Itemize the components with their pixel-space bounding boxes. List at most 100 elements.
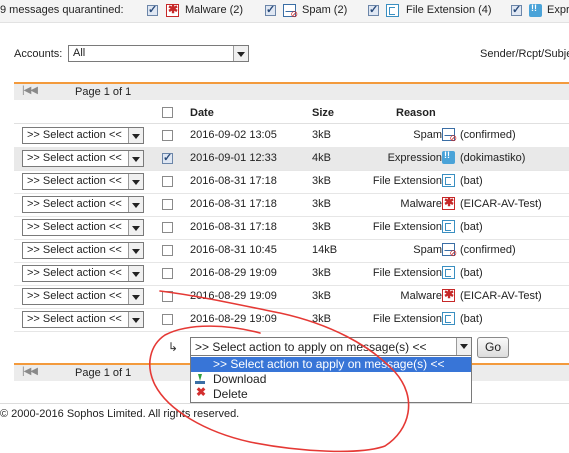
filter-malware-label: Malware (2): [185, 4, 244, 16]
file-extension-icon: [386, 4, 399, 17]
accounts-select-value: All: [73, 47, 86, 59]
row-select-checkbox[interactable]: [162, 268, 173, 279]
quarantine-filter-bar: 9 messages quarantined: Malware (2) Spam…: [0, 0, 569, 23]
option-label: Download: [213, 372, 267, 386]
row-reason-detail: (EICAR-AV-Test): [460, 290, 542, 302]
accounts-select[interactable]: All: [68, 45, 249, 62]
column-header-reason[interactable]: Reason: [396, 107, 436, 119]
row-reason-detail: (bat): [460, 313, 483, 325]
row-reason: File Extension: [372, 267, 442, 279]
table-row[interactable]: >> Select action << 2016-09-01 12:33 4kB Ex…: [14, 147, 569, 171]
row-size: 3kB: [312, 175, 331, 187]
filter-expression-checkbox[interactable]: [511, 3, 522, 16]
row-reason-detail: (dokimastiko): [460, 152, 526, 164]
row-select-checkbox[interactable]: [162, 199, 173, 210]
table-row[interactable]: >> Select action << 2016-09-02 13:05 3kB Sp…: [14, 124, 569, 148]
row-action-select[interactable]: >> Select action <<: [22, 265, 144, 282]
chevron-down-icon: [128, 128, 143, 143]
chevron-down-icon: [128, 174, 143, 189]
option-select-action-placeholder[interactable]: >> Select action to apply on message(s) …: [191, 357, 471, 372]
chevron-down-icon: [233, 46, 248, 61]
row-select-checkbox[interactable]: [162, 245, 173, 256]
row-action-select-value: >> Select action <<: [27, 221, 122, 233]
row-size: 3kB: [312, 267, 331, 279]
table-row[interactable]: >> Select action << 2016-08-31 17:18 3kB Fi…: [14, 216, 569, 240]
row-select-checkbox[interactable]: [162, 222, 173, 233]
row-select-checkbox[interactable]: [162, 314, 173, 325]
column-header-date[interactable]: Date: [190, 107, 214, 119]
row-action-select[interactable]: >> Select action <<: [22, 311, 144, 328]
column-header-size[interactable]: Size: [312, 107, 334, 119]
row-size: 3kB: [312, 221, 331, 233]
malware-icon: [166, 2, 179, 17]
select-all-checkbox[interactable]: [162, 107, 173, 118]
row-select-checkbox[interactable]: [162, 176, 173, 187]
malware-icon: [442, 287, 455, 302]
malware-icon: [442, 195, 455, 210]
row-reason: Malware: [400, 198, 442, 210]
copyright-text: © 2000-2016 Sophos Limited. All rights r…: [0, 408, 240, 420]
row-date: 2016-08-31 17:18: [190, 175, 277, 187]
bulk-action-select[interactable]: >> Select action to apply on message(s) …: [190, 337, 472, 357]
row-reason: File Extension: [372, 221, 442, 233]
pager-top: |◀◀ Page 1 of 1: [14, 82, 569, 100]
row-action-select[interactable]: >> Select action <<: [22, 150, 144, 167]
row-date: 2016-08-29 19:09: [190, 290, 277, 302]
delete-icon: ✖: [196, 385, 207, 399]
row-action-select[interactable]: >> Select action <<: [22, 127, 144, 144]
spam-icon: [442, 128, 457, 144]
table-row[interactable]: >> Select action << 2016-08-31 17:18 3kB Fi…: [14, 170, 569, 194]
row-action-select-value: >> Select action <<: [27, 129, 122, 141]
go-button[interactable]: Go: [477, 337, 509, 358]
row-action-select-value: >> Select action <<: [27, 290, 122, 302]
row-action-select-value: >> Select action <<: [27, 313, 122, 325]
quarantined-count-label: 9 messages quarantined:: [0, 4, 124, 16]
filter-spam-label: Spam (2): [302, 4, 348, 16]
row-size: 4kB: [312, 152, 331, 164]
expression-icon: [442, 150, 455, 164]
row-select-checkbox[interactable]: [162, 291, 173, 302]
spam-icon: [283, 4, 298, 20]
row-action-select[interactable]: >> Select action <<: [22, 242, 144, 259]
row-size: 14kB: [312, 244, 338, 256]
filter-spam-checkbox[interactable]: [265, 3, 276, 16]
option-delete[interactable]: ✖ Delete: [191, 385, 471, 402]
option-download[interactable]: Download: [191, 372, 471, 387]
table-header: Date Size Reason: [14, 104, 569, 124]
row-action-select[interactable]: >> Select action <<: [22, 173, 144, 190]
row-action-select[interactable]: >> Select action <<: [22, 219, 144, 236]
bulk-action-select-value: >> Select action to apply on message(s) …: [195, 340, 427, 354]
table-row[interactable]: >> Select action << 2016-08-31 10:45 14kB S…: [14, 239, 569, 263]
first-page-icon[interactable]: |◀◀: [22, 85, 38, 96]
row-size: 3kB: [312, 198, 331, 210]
row-select-checkbox[interactable]: [162, 151, 173, 164]
option-label: >> Select action to apply on message(s) …: [213, 357, 445, 371]
filter-malware-checkbox[interactable]: [147, 3, 158, 16]
table-row[interactable]: >> Select action << 2016-08-29 19:09 3kB Fi…: [14, 262, 569, 286]
row-reason-detail: (bat): [460, 221, 483, 233]
row-date: 2016-08-31 17:18: [190, 198, 277, 210]
table-row[interactable]: >> Select action << 2016-08-29 19:09 3kB Fi…: [14, 308, 569, 332]
row-action-select-value: >> Select action <<: [27, 244, 122, 256]
page-indicator: Page 1 of 1: [75, 367, 132, 379]
table-row[interactable]: >> Select action << 2016-08-31 17:18 3kB Ma…: [14, 193, 569, 217]
table-row[interactable]: >> Select action << 2016-08-29 19:09 3kB Ma…: [14, 285, 569, 309]
filter-file-extension-checkbox[interactable]: [368, 3, 379, 16]
row-reason-detail: (EICAR-AV-Test): [460, 198, 542, 210]
spam-icon: [442, 243, 457, 259]
filter-file-extension-label: File Extension (4): [406, 4, 492, 16]
row-select-checkbox[interactable]: [162, 130, 173, 141]
row-action-select[interactable]: >> Select action <<: [22, 288, 144, 305]
chevron-down-icon: [456, 338, 471, 356]
row-action-select[interactable]: >> Select action <<: [22, 196, 144, 213]
first-page-icon[interactable]: |◀◀: [22, 366, 38, 377]
row-date: 2016-08-29 19:09: [190, 313, 277, 325]
row-reason-detail: (confirmed): [460, 244, 516, 256]
row-date: 2016-09-01 12:33: [190, 152, 277, 164]
row-date: 2016-08-31 17:18: [190, 221, 277, 233]
row-reason-detail: (bat): [460, 267, 483, 279]
chevron-down-icon: [128, 220, 143, 235]
row-reason-detail: (confirmed): [460, 129, 516, 141]
row-size: 3kB: [312, 129, 331, 141]
file-extension-icon: [442, 312, 455, 325]
